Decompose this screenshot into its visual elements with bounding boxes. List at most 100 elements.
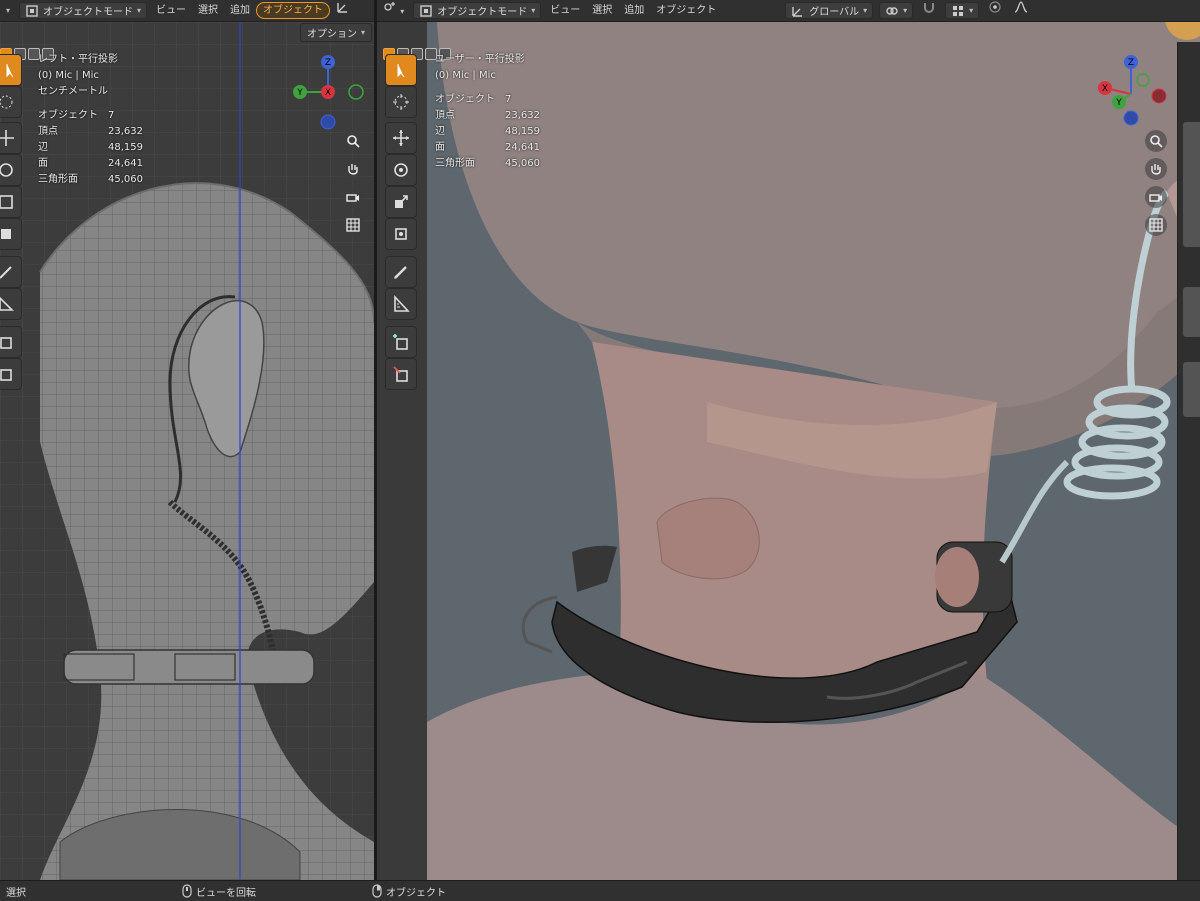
zoom-button[interactable]: [342, 130, 364, 152]
chevron-down-icon: ▾: [361, 28, 366, 37]
stat-label: 三角形面: [38, 174, 78, 185]
tool-rotate[interactable]: [385, 154, 417, 186]
camera-view-button[interactable]: [342, 186, 364, 208]
menu-add[interactable]: 追加: [224, 0, 256, 21]
sidebar-field[interactable]: [1183, 362, 1200, 417]
menu-select[interactable]: 選択: [192, 0, 224, 21]
stat-value: 45,060: [108, 174, 143, 185]
ruler-icon: [394, 294, 410, 312]
status-object-label: オブジェクト: [386, 887, 446, 899]
camera-icon: [1149, 194, 1162, 202]
stat-value: 23,632: [505, 110, 540, 121]
transform-icon: [337, 2, 348, 13]
pan-button[interactable]: [342, 158, 364, 180]
tool-add-cube[interactable]: [385, 326, 417, 358]
editor-type-button[interactable]: ▾: [377, 0, 410, 21]
tool-annotate[interactable]: [385, 256, 417, 288]
falloff-button[interactable]: [1008, 0, 1034, 21]
ortho-toggle-button[interactable]: [342, 214, 364, 236]
chevron-down-icon: ▾: [969, 6, 974, 15]
ortho-toggle-button[interactable]: [1145, 214, 1167, 236]
sidebar-panel[interactable]: [1177, 42, 1200, 880]
sidebar-field[interactable]: [1183, 287, 1200, 337]
pan-button[interactable]: [1145, 158, 1167, 180]
tool-move[interactable]: [385, 122, 417, 154]
snap-toggle[interactable]: [916, 0, 942, 21]
menu-add[interactable]: 追加: [618, 0, 650, 21]
transform-tool-icon: [1, 229, 11, 239]
stat-label: 面: [435, 142, 445, 153]
stat-value: 48,159: [108, 142, 143, 153]
snap-target-dropdown[interactable]: ▾: [945, 2, 980, 19]
stat-value: 48,159: [505, 126, 540, 137]
tool-annotate[interactable]: [0, 256, 22, 288]
mode-dropdown[interactable]: オブジェクトモード ▾: [19, 2, 148, 19]
menu-object-active[interactable]: オブジェクト: [256, 2, 331, 19]
gizmo-x-label: X: [1102, 84, 1108, 94]
menu-view[interactable]: ビュー: [544, 0, 586, 21]
stat-label: 辺: [38, 142, 48, 153]
editor-type-chevron[interactable]: ▾: [0, 0, 16, 21]
tool-cursor[interactable]: [385, 86, 417, 118]
proportional-edit-toggle[interactable]: [982, 0, 1008, 21]
left-viewport[interactable]: オプション ▾ レフト・平行投影 (0) Mic | Mic センチメートル オ…: [0, 22, 374, 880]
mouse-right-icon: [372, 884, 382, 898]
tool-measure[interactable]: [385, 288, 417, 320]
tool-scale[interactable]: [0, 186, 22, 218]
tool-add-cube[interactable]: [0, 326, 22, 358]
gizmo-y-label: Y: [1115, 98, 1122, 108]
tool-transform[interactable]: [385, 218, 417, 250]
tool-cursor[interactable]: [0, 86, 22, 118]
pivot-dropdown[interactable]: ▾: [879, 2, 914, 19]
grid-icon: [1149, 218, 1163, 232]
tool-select[interactable]: [385, 54, 417, 86]
right-viewport[interactable]: ユーザー・平行投影 (0) Mic | Mic オブジェクト 7 頂点 23,632…: [377, 22, 1200, 880]
menu-select[interactable]: 選択: [586, 0, 618, 21]
tool-scale[interactable]: [385, 186, 417, 218]
tool-extra[interactable]: [0, 358, 22, 390]
stat-label: 三角形面: [435, 158, 475, 169]
left-navigation-gizmo[interactable]: Z Y X: [288, 52, 368, 132]
move-arrows-icon: [0, 130, 14, 146]
hand-icon: [348, 164, 358, 175]
move-arrows-icon: [393, 130, 409, 146]
tool-measure[interactable]: [0, 288, 22, 320]
options-label: オプション: [307, 29, 357, 40]
grid-snap-icon: [953, 5, 964, 16]
tool-extra[interactable]: [385, 358, 417, 390]
menu-view[interactable]: ビュー: [150, 0, 192, 21]
cursor-arrow-icon: [6, 64, 14, 78]
viewport-icon: [384, 1, 395, 11]
object-mode-icon: [26, 4, 38, 17]
gizmo-x-label: X: [325, 88, 331, 98]
transform-orientation-button[interactable]: [330, 0, 356, 21]
zoom-button[interactable]: [1145, 130, 1167, 152]
chevron-down-icon: ▾: [531, 6, 536, 15]
tool-move[interactable]: [0, 122, 22, 154]
transform-icon: [792, 6, 803, 17]
pencil-icon: [0, 266, 12, 279]
hand-icon: [1151, 164, 1161, 175]
object-mode-icon: [420, 4, 432, 17]
gizmo-y-label: Y: [296, 88, 303, 98]
stat-label: 面: [38, 158, 48, 169]
sidebar-field[interactable]: [1183, 192, 1200, 247]
mode-dropdown[interactable]: オブジェクトモード ▾: [413, 2, 542, 19]
right-viewport-header: ▾ オブジェクトモード ▾ ビュー 選択 追加 オブジェクト グローバル ▾ ▾…: [377, 0, 1200, 22]
stat-label: 頂点: [435, 110, 455, 121]
tool-select[interactable]: [0, 54, 22, 86]
stat-value: 7: [505, 94, 512, 105]
units-label: センチメートル: [38, 86, 108, 97]
scene-stats: オブジェクト 7 頂点 23,632 辺 48,159 面 24,641 三角形面 45,…: [38, 108, 158, 188]
tool-transform[interactable]: [0, 218, 22, 250]
collection-label: (0) Mic | Mic: [435, 70, 496, 81]
options-dropdown[interactable]: オプション ▾: [300, 23, 373, 42]
right-navigation-gizmo[interactable]: Z X Y: [1087, 48, 1177, 138]
gizmo-z-label: Z: [1128, 58, 1134, 68]
cube-add-icon: [393, 334, 408, 350]
transform-orientation-dropdown[interactable]: グローバル ▾: [785, 2, 874, 19]
stat-value: 24,641: [505, 142, 540, 153]
menu-object[interactable]: オブジェクト: [650, 0, 722, 21]
camera-view-button[interactable]: [1145, 186, 1167, 208]
tool-rotate[interactable]: [0, 154, 22, 186]
